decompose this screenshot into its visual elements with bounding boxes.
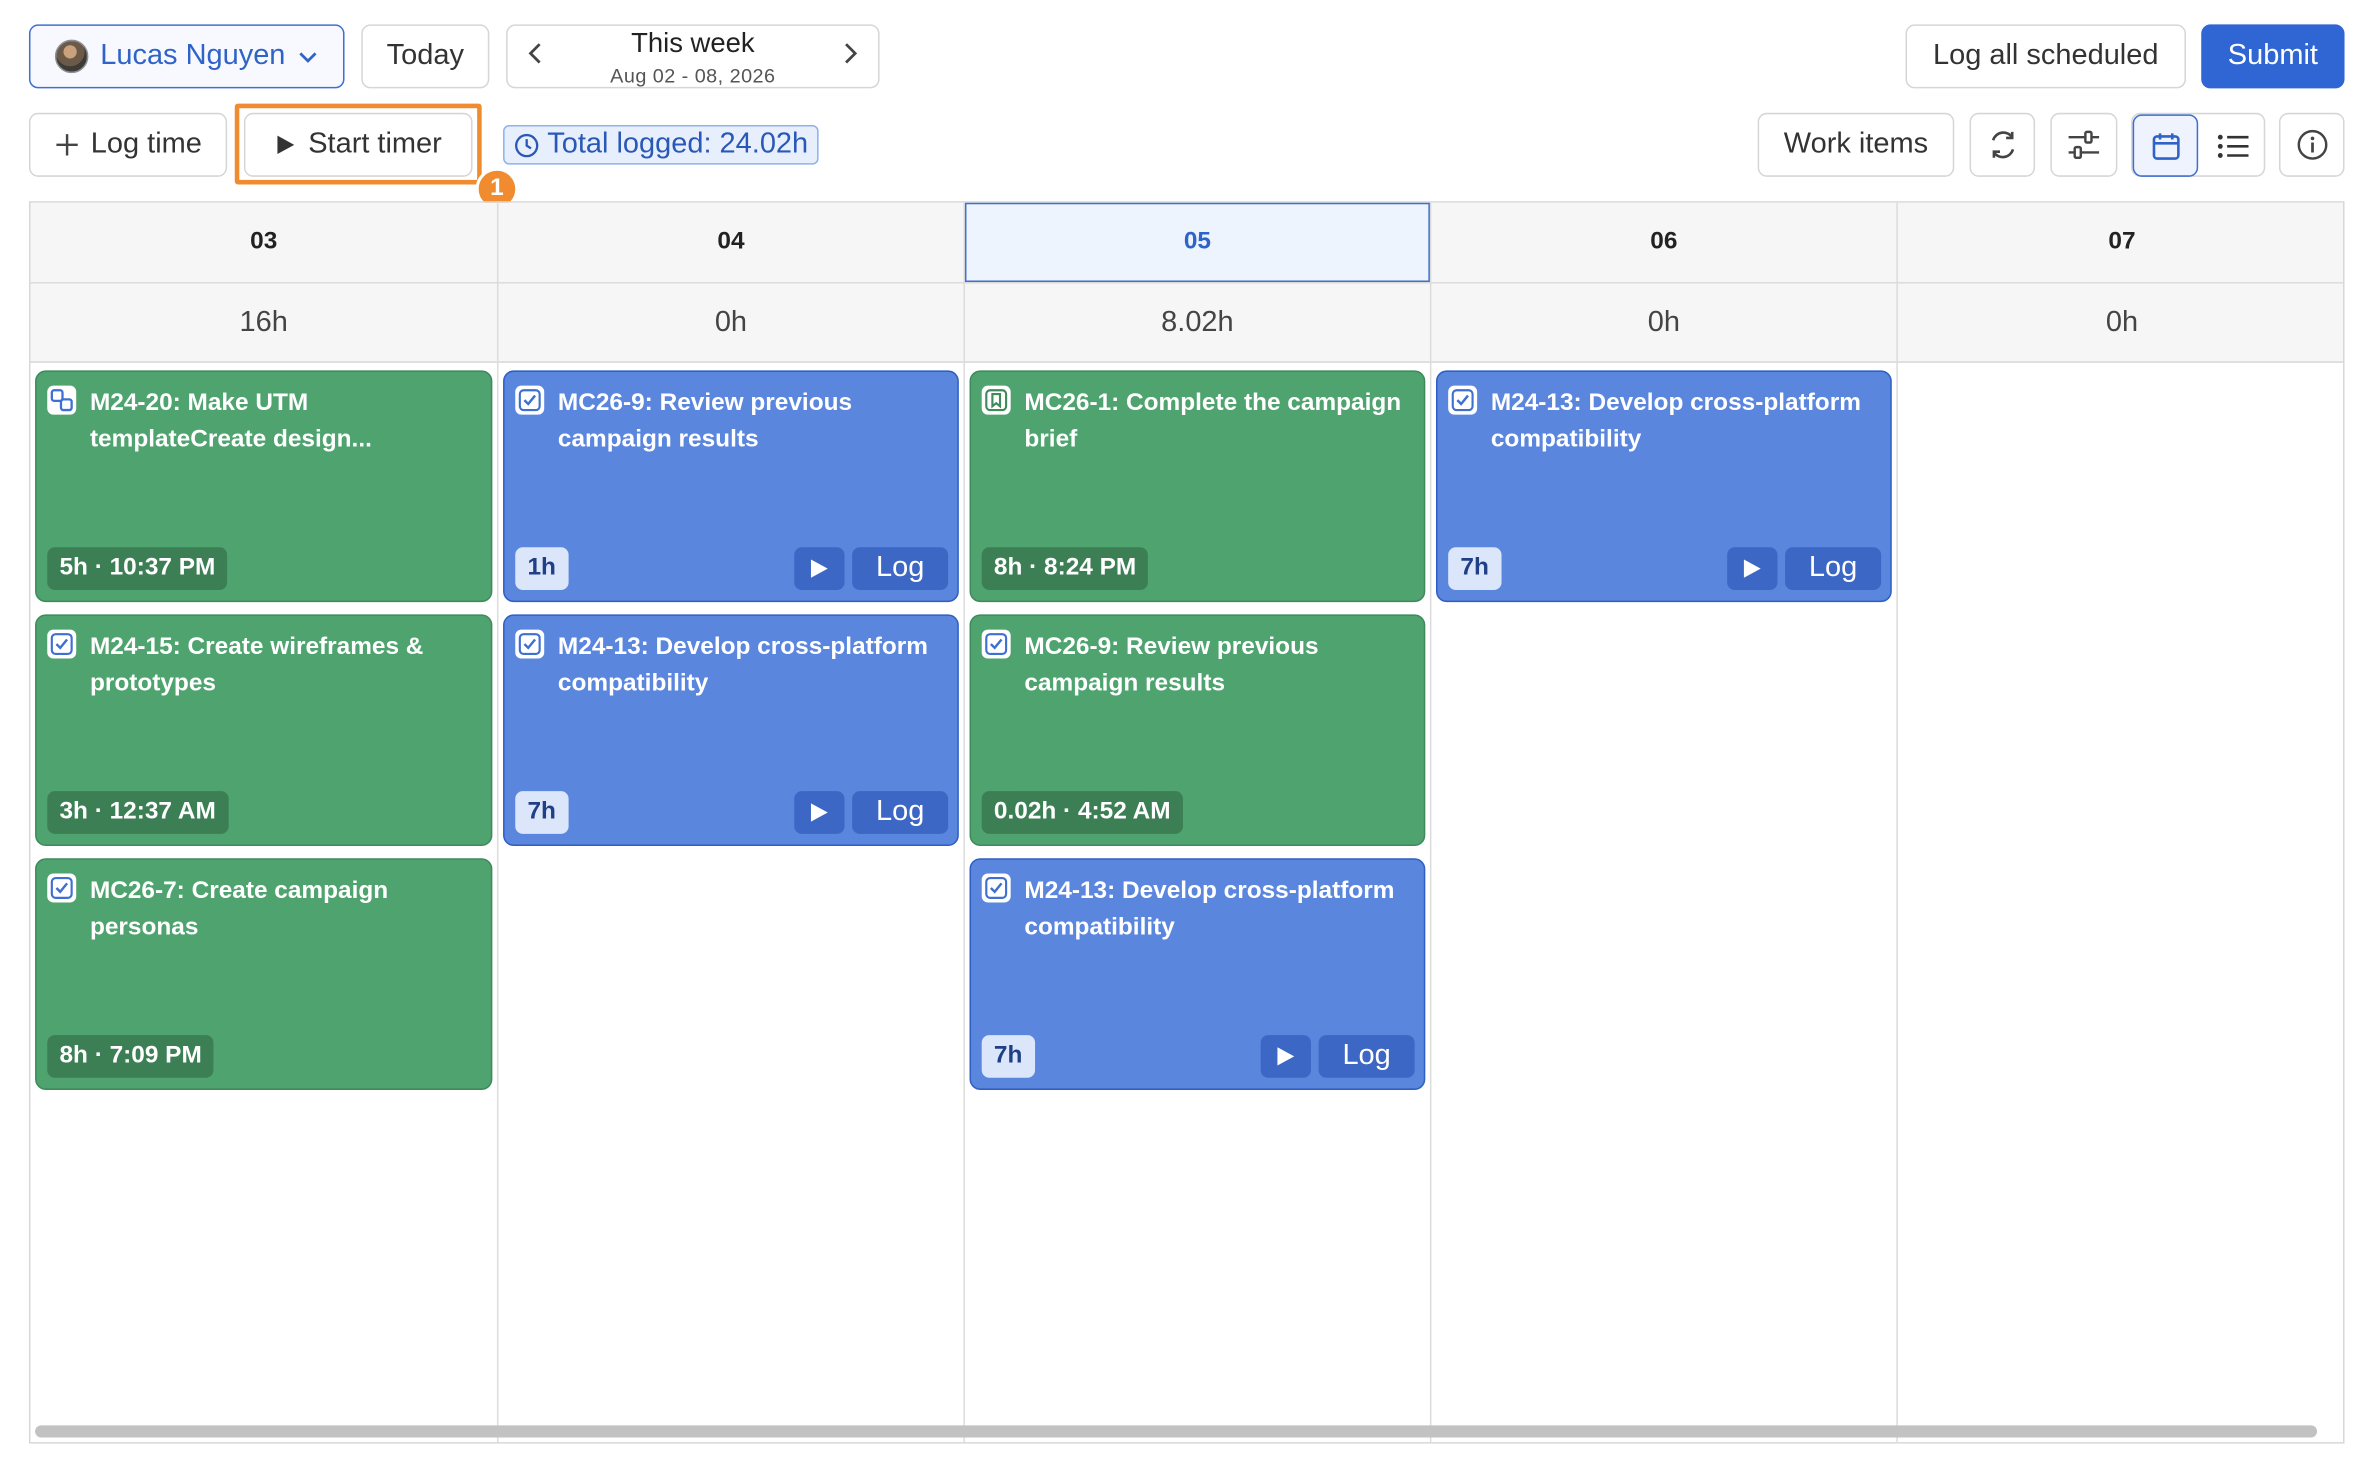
play-button[interactable] bbox=[1727, 547, 1778, 590]
log-all-scheduled-button[interactable]: Log all scheduled bbox=[1905, 24, 2186, 89]
horizontal-scrollbar[interactable] bbox=[35, 1425, 2318, 1438]
day-header-04: 04 bbox=[717, 228, 745, 255]
user-name: Lucas Nguyen bbox=[100, 39, 286, 72]
card-duration: 7h bbox=[1448, 547, 1502, 590]
sliders-icon bbox=[2068, 130, 2100, 159]
work-items-button[interactable]: Work items bbox=[1757, 112, 1955, 177]
scheduled-entry-card[interactable]: MC26-9: Review previous campaign results… bbox=[503, 370, 959, 603]
task-check-icon bbox=[515, 385, 545, 415]
list-view-button[interactable] bbox=[2200, 114, 2266, 177]
time-entry-card[interactable]: MC26-1: Complete the campaign brief 8h ·… bbox=[969, 370, 1426, 603]
task-check-icon bbox=[47, 629, 77, 659]
clock-icon bbox=[515, 133, 539, 157]
submit-button[interactable]: Submit bbox=[2201, 24, 2345, 89]
time-entry-card[interactable]: MC26-7: Create campaign personas 8h · 7:… bbox=[35, 858, 493, 1090]
card-title: MC26-9: Review previous campaign results bbox=[1024, 634, 1319, 697]
bookmark-icon bbox=[981, 385, 1011, 415]
chevron-down-icon bbox=[299, 52, 317, 63]
log-time-button[interactable]: Log time bbox=[28, 112, 228, 177]
play-icon bbox=[1743, 559, 1761, 578]
chevron-right-icon[interactable] bbox=[841, 41, 859, 73]
card-title: M24-13: Develop cross-platform compatibi… bbox=[557, 634, 928, 697]
column-divider bbox=[496, 202, 499, 1443]
play-icon bbox=[1277, 1047, 1295, 1066]
week-title: This week bbox=[631, 27, 755, 58]
timesheet-app: Lucas Nguyen Today This week Aug 02 - 08… bbox=[0, 0, 2378, 1460]
time-entry-card[interactable]: M24-20: Make UTM templateCreate design..… bbox=[35, 370, 493, 603]
info-icon bbox=[2296, 129, 2327, 160]
log-button[interactable]: Log bbox=[1785, 547, 1882, 590]
subtask-icon bbox=[47, 385, 77, 415]
plus-icon bbox=[55, 134, 78, 156]
play-icon bbox=[277, 135, 295, 154]
sync-icon bbox=[1991, 131, 2014, 159]
week-range: Aug 02 - 08, 2026 bbox=[610, 64, 776, 87]
day-total-05: 8.02h bbox=[1161, 306, 1234, 339]
column-divider bbox=[1429, 202, 1432, 1443]
card-duration: 8h · 7:09 PM bbox=[47, 1035, 214, 1078]
time-entry-card[interactable]: M24-15: Create wireframes & prototypes 3… bbox=[35, 614, 493, 847]
card-duration: 1h bbox=[515, 547, 569, 590]
log-button[interactable]: Log bbox=[1318, 1035, 1415, 1078]
log-button[interactable]: Log bbox=[852, 547, 949, 590]
card-duration: 0.02h · 4:52 AM bbox=[981, 791, 1183, 834]
calendar-icon bbox=[2151, 132, 2179, 160]
column-divider bbox=[963, 202, 965, 1443]
time-entry-card[interactable]: MC26-9: Review previous campaign results… bbox=[969, 614, 1426, 847]
card-duration: 3h · 12:37 AM bbox=[47, 791, 228, 834]
play-button[interactable] bbox=[1260, 1035, 1311, 1078]
day-total-07: 0h bbox=[2105, 306, 2139, 339]
sync-button[interactable] bbox=[1969, 112, 2036, 177]
card-title: MC26-9: Review previous campaign results bbox=[557, 390, 853, 453]
card-duration: 5h · 10:37 PM bbox=[47, 547, 228, 590]
task-check-icon bbox=[1448, 385, 1478, 415]
day-total-04: 0h bbox=[714, 306, 748, 339]
column-divider bbox=[1896, 202, 1898, 1443]
play-button[interactable] bbox=[794, 791, 845, 834]
scheduled-entry-card[interactable]: M24-13: Develop cross-platform compatibi… bbox=[969, 858, 1426, 1090]
day-total-06: 0h bbox=[1647, 306, 1680, 339]
task-check-icon bbox=[47, 873, 77, 903]
avatar bbox=[54, 39, 89, 74]
card-duration: 7h bbox=[515, 791, 569, 834]
card-title: MC26-7: Create campaign personas bbox=[89, 878, 389, 941]
day-header-07: 07 bbox=[2108, 228, 2136, 255]
task-check-icon bbox=[981, 629, 1011, 659]
view-toggle bbox=[2131, 112, 2266, 177]
card-duration: 8h · 8:24 PM bbox=[981, 547, 1149, 590]
start-timer-label: Start timer bbox=[308, 128, 442, 161]
week-navigator: This week Aug 02 - 08, 2026 bbox=[506, 24, 880, 89]
log-button[interactable]: Log bbox=[852, 791, 949, 834]
scheduled-entry-card[interactable]: M24-13: Develop cross-platform compatibi… bbox=[503, 614, 959, 847]
today-button[interactable]: Today bbox=[361, 24, 490, 89]
card-title: M24-13: Develop cross-platform compatibi… bbox=[1024, 878, 1395, 941]
day-total-03: 16h bbox=[239, 306, 288, 339]
card-title: M24-13: Develop cross-platform compatibi… bbox=[1490, 390, 1861, 453]
play-icon bbox=[810, 803, 828, 822]
card-title: M24-15: Create wireframes & prototypes bbox=[89, 634, 424, 697]
card-title: MC26-1: Complete the campaign brief bbox=[1024, 390, 1402, 453]
info-button[interactable] bbox=[2278, 112, 2345, 177]
task-check-icon bbox=[981, 873, 1011, 903]
day-header-05: 05 bbox=[964, 202, 1430, 283]
total-logged-text: Total logged: 24.02h bbox=[547, 128, 809, 161]
total-logged-badge: Total logged: 24.02h bbox=[503, 125, 819, 165]
user-selector[interactable]: Lucas Nguyen bbox=[28, 24, 345, 89]
task-check-icon bbox=[515, 629, 545, 659]
start-timer-button[interactable]: Start timer bbox=[243, 112, 473, 177]
play-icon bbox=[810, 559, 828, 578]
day-header-06: 06 bbox=[1650, 228, 1678, 255]
play-button[interactable] bbox=[794, 547, 845, 590]
filter-settings-button[interactable] bbox=[2050, 112, 2118, 177]
calendar-view-button[interactable] bbox=[2132, 114, 2199, 177]
card-duration: 7h bbox=[981, 1035, 1035, 1078]
log-time-label: Log time bbox=[90, 128, 202, 161]
card-title: M24-20: Make UTM templateCreate design..… bbox=[89, 390, 372, 453]
day-header-03: 03 bbox=[250, 228, 278, 255]
list-icon bbox=[2217, 133, 2248, 158]
scheduled-entry-card[interactable]: M24-13: Develop cross-platform compatibi… bbox=[1435, 370, 1892, 603]
